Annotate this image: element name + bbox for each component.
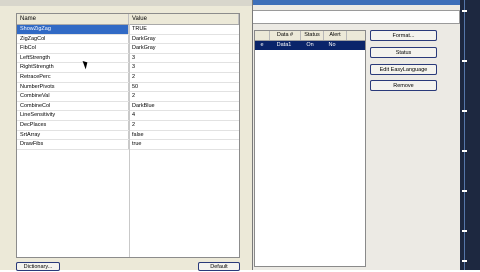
input-value-cell[interactable]: true [129, 140, 239, 149]
grid-row[interactable]: ZigZagCol DarkGray [17, 34, 239, 45]
grid-row[interactable]: ShowZigZag TRUE [17, 25, 239, 35]
input-name-cell: CombineVal [17, 92, 129, 101]
input-value-cell[interactable]: 4 [129, 111, 239, 120]
grid-row[interactable]: LeftStrength 3 [17, 53, 239, 64]
input-value-cell[interactable]: false [129, 131, 239, 140]
window-title-strip [246, 0, 460, 5]
grid-row[interactable]: DecPlaces 2 [17, 120, 239, 131]
grid-row[interactable]: LineSensitivity 4 [17, 111, 239, 121]
grid-row[interactable]: CombineCol DarkBlue [17, 101, 239, 112]
analysis-list-row[interactable]: e Data1 On No [255, 41, 365, 50]
side-tick [462, 60, 467, 62]
input-name-cell: LineSensitivity [17, 111, 129, 120]
row-name-cell: e [260, 42, 264, 48]
indicator-window: Data # Status Alert e Data1 On No Format… [246, 0, 460, 270]
input-value-cell[interactable]: 2 [129, 73, 239, 82]
upper-panel [252, 10, 460, 24]
input-value-cell[interactable]: TRUE [129, 25, 239, 34]
grid-row[interactable]: RightStrength 3 [17, 63, 239, 73]
grid-row[interactable]: FibCol DarkGray [17, 44, 239, 54]
side-tick [462, 260, 467, 262]
grid-header-value[interactable]: Value [129, 14, 239, 24]
input-name-cell: NumberPivots [17, 82, 129, 92]
inputs-dialog: Name Value ShowZigZag TRUE ZigZagCol DarkGr… [0, 0, 253, 271]
input-name-cell: DecPlaces [17, 120, 129, 130]
grid-header: Name Value [17, 14, 239, 25]
input-value-cell[interactable]: 2 [129, 92, 239, 101]
grid-header-name[interactable]: Name [17, 14, 129, 24]
input-value-cell[interactable]: DarkBlue [129, 102, 239, 111]
dialog-tab-strip [0, 0, 252, 6]
input-value-cell[interactable]: DarkGray [129, 35, 239, 44]
side-tick [462, 190, 467, 192]
grid-row[interactable]: DrawFibs true [17, 140, 239, 150]
input-name-cell: DrawFibs [17, 140, 129, 149]
grid-row[interactable]: NumberPivots 50 [17, 82, 239, 93]
input-name-cell: RetracePerc [17, 72, 129, 82]
input-name-cell: SrtArray [17, 130, 129, 140]
input-value-cell[interactable]: 2 [129, 121, 239, 130]
edit-easylanguage-button[interactable]: Edit EasyLanguage [370, 64, 437, 75]
side-tick [462, 10, 467, 12]
row-alert-cell: No [328, 42, 336, 48]
side-tick [462, 110, 467, 112]
grid-row[interactable]: SrtArray false [17, 130, 239, 141]
row-status-cell: On [306, 42, 314, 48]
side-tick [462, 150, 467, 152]
inputs-grid[interactable]: Name Value ShowZigZag TRUE ZigZagCol DarkGr… [16, 13, 240, 258]
grid-row[interactable]: RetracePerc 2 [17, 72, 239, 83]
input-name-cell: RightStrength [17, 63, 129, 72]
input-value-cell[interactable]: 50 [129, 83, 239, 92]
list-col-alert[interactable]: Alert [324, 31, 347, 40]
input-name-cell: LeftStrength [17, 53, 129, 63]
grid-divider [129, 24, 130, 257]
remove-button[interactable]: Remove [370, 80, 437, 91]
chart-side-strip [460, 0, 480, 270]
row-data-cell: Data1 [276, 42, 292, 48]
side-tick [462, 230, 467, 232]
input-name-cell: CombineCol [17, 101, 129, 111]
format-button[interactable]: Format... [370, 30, 437, 41]
list-col-status[interactable]: Status [301, 31, 324, 40]
list-col-name[interactable] [255, 31, 270, 40]
list-col-data[interactable]: Data # [270, 31, 301, 40]
input-name-cell: ShowZigZag [17, 25, 129, 34]
grid-row[interactable]: CombineVal 2 [17, 92, 239, 102]
input-value-cell[interactable]: DarkGray [129, 44, 239, 53]
input-value-cell[interactable]: 3 [129, 63, 239, 72]
analysis-list[interactable]: Data # Status Alert e Data1 On No [254, 30, 366, 267]
input-name-cell: FibCol [17, 44, 129, 53]
status-button[interactable]: Status [370, 47, 437, 58]
input-value-cell[interactable]: 3 [129, 54, 239, 63]
analysis-list-header: Data # Status Alert [255, 31, 365, 41]
input-name-cell: ZigZagCol [17, 34, 129, 44]
